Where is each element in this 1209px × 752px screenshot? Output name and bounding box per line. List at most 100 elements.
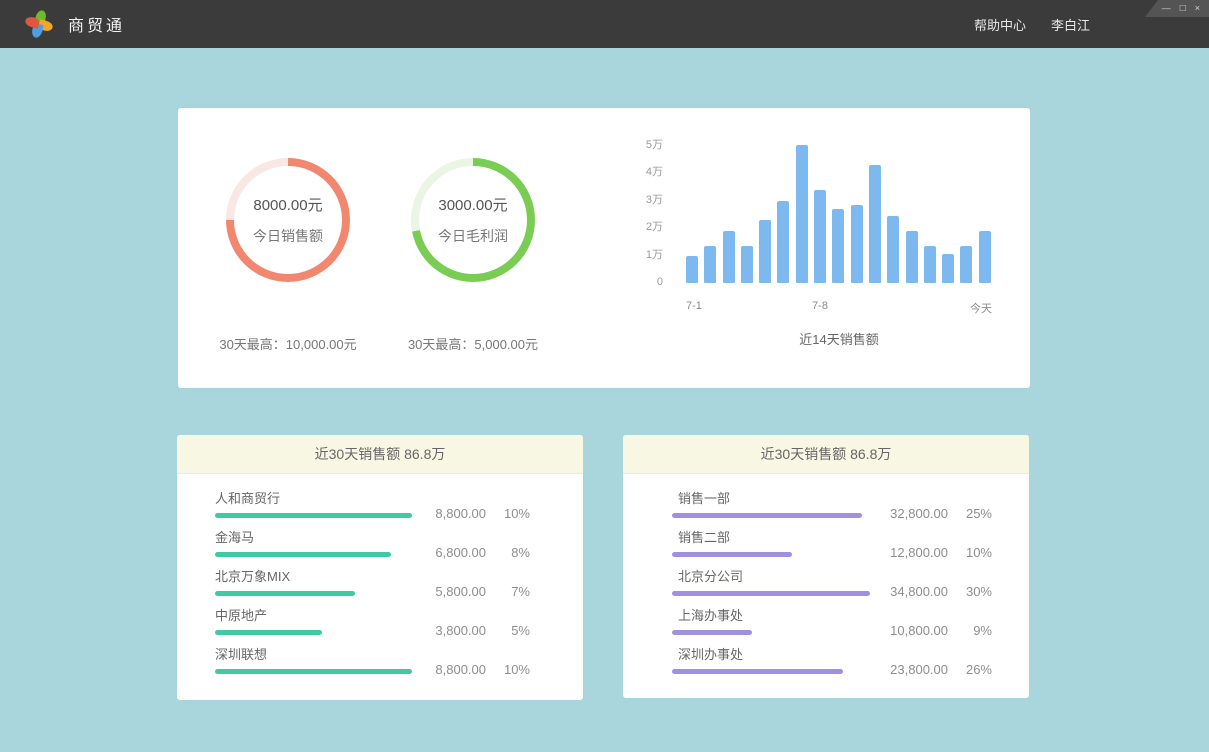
x-tick-middle: 7-8: [812, 300, 828, 312]
rank-row-value: 8,800.00: [435, 662, 486, 677]
rank-row-value: 34,800.00: [890, 584, 948, 599]
rank-row-label: 金海马: [215, 527, 391, 546]
bar: [851, 205, 863, 283]
rank-row: 人和商贸行8,800.0010%: [215, 488, 530, 527]
rank-row-bar: [672, 513, 862, 518]
rank-row-bar: [215, 513, 412, 518]
y-axis-tick: 5万: [623, 138, 663, 152]
rank-row-value: 3,800.00: [435, 623, 486, 638]
today-profit-gauge: 3000.00元 今日毛利润 30天最高：5,000.00元: [378, 158, 568, 353]
username-menu[interactable]: 李白江: [1051, 15, 1090, 34]
sales-by-customer-card: 近30天销售额 86.8万 人和商贸行8,800.0010%金海马6,800.0…: [177, 435, 583, 700]
bar: [796, 145, 808, 283]
bar-chart-title: 近14天销售额: [686, 329, 992, 348]
sales-by-department-header: 近30天销售额 86.8万: [623, 435, 1029, 474]
rank-row-value: 8,800.00: [435, 506, 486, 521]
today-profit-ring: 3000.00元 今日毛利润: [411, 158, 535, 282]
rank-row-bar: [672, 552, 792, 557]
today-sales-value: 8000.00元: [253, 194, 322, 215]
rank-row-percent: 5%: [498, 623, 530, 638]
rank-row-value: 10,800.00: [890, 623, 948, 638]
today-sales-label: 今日销售额: [253, 226, 323, 246]
rank-row-percent: 26%: [960, 662, 992, 677]
rank-row-bar: [215, 630, 322, 635]
bar-chart-xaxis: 7-1 7-8 今天: [686, 300, 992, 314]
bar: [906, 231, 918, 283]
minimize-icon[interactable]: —: [1162, 4, 1171, 13]
bar: [741, 246, 753, 283]
rank-row-value: 23,800.00: [890, 662, 948, 677]
rank-row-label: 销售一部: [678, 488, 862, 507]
window-controls: — □ ×: [1145, 0, 1209, 17]
help-center-link[interactable]: 帮助中心: [974, 15, 1026, 34]
rank-row: 上海办事处 10,800.00 9%: [672, 605, 992, 644]
bar: [723, 231, 735, 283]
rank-row: 北京万象MIX 5,800.00 7%: [215, 566, 530, 605]
x-tick-first: 7-1: [686, 300, 702, 312]
bar: [814, 190, 826, 283]
rank-row-label: 深圳联想: [215, 644, 412, 663]
rank-row: 北京分公司34,800.0030%: [672, 566, 992, 605]
rank-row-percent: 25%: [960, 506, 992, 521]
bar: [887, 216, 899, 283]
bar: [869, 165, 881, 283]
bar: [832, 209, 844, 283]
today-profit-label: 今日毛利润: [438, 226, 508, 246]
today-sales-center: 8000.00元 今日销售额: [234, 166, 342, 274]
rank-row-percent: 10%: [498, 506, 530, 521]
rank-row-bar: [215, 669, 412, 674]
rank-row: 金海马 6,800.00 8%: [215, 527, 530, 566]
pinwheel-logo-icon: [26, 11, 52, 37]
rank-row-value: 6,800.00: [435, 545, 486, 560]
today-sales-ring: 8000.00元 今日销售额: [226, 158, 350, 282]
rank-row-label: 中原地产: [215, 605, 322, 624]
today-sales-30d-max: 30天最高：10,000.00元: [219, 334, 356, 353]
y-axis-tick: 0: [623, 275, 663, 289]
today-profit-value: 3000.00元: [438, 194, 507, 215]
today-profit-center: 3000.00元 今日毛利润: [419, 166, 527, 274]
summary-card: 8000.00元 今日销售额 30天最高：10,000.00元 3000.00元…: [178, 108, 1030, 388]
bar: [979, 231, 991, 283]
rank-row-percent: 8%: [498, 545, 530, 560]
rank-row-percent: 9%: [960, 623, 992, 638]
bar: [686, 256, 698, 283]
titlebar: 商贸通 帮助中心 李白江 — □ ×: [0, 0, 1209, 48]
rank-row-label: 上海办事处: [678, 605, 752, 624]
rank-row-percent: 7%: [498, 584, 530, 599]
sales-by-department-rows: 销售一部 32,800.00 25% 销售二部 12,800.00 10% 北京分公司34,…: [623, 474, 1029, 683]
rank-row-bar: [215, 552, 391, 557]
sales-by-customer-rows: 人和商贸行8,800.0010%金海马6,800.008%北京万象MIX5,80…: [177, 474, 583, 683]
x-tick-last: 今天: [970, 300, 992, 316]
today-profit-30d-max: 30天最高：5,000.00元: [408, 334, 538, 353]
close-icon[interactable]: ×: [1195, 4, 1200, 13]
rank-row-label: 北京万象MIX: [215, 566, 355, 585]
bar-chart-bars: [686, 145, 992, 283]
rank-row-bar: [215, 591, 355, 596]
rank-row: 深圳办事处23,800.0026%: [672, 644, 992, 683]
rank-row-bar: [672, 630, 752, 635]
y-axis-tick: 2万: [623, 220, 663, 234]
bar-chart-yaxis: 5万 4万 3万 2万 1万 0: [623, 138, 663, 298]
rank-row-bar: [672, 669, 843, 674]
maximize-icon[interactable]: □: [1180, 4, 1186, 14]
rank-row-bar: [672, 591, 870, 596]
today-sales-gauge: 8000.00元 今日销售额 30天最高：10,000.00元: [193, 158, 383, 353]
y-axis-tick: 4万: [623, 165, 663, 179]
bar: [960, 246, 972, 283]
titlebar-right: 帮助中心 李白江: [974, 0, 1090, 48]
rank-row: 销售二部 12,800.00 10%: [672, 527, 992, 566]
rank-row: 中原地产 3,800.00 5%: [215, 605, 530, 644]
rank-row-percent: 10%: [960, 545, 992, 560]
y-axis-tick: 1万: [623, 248, 663, 262]
bar: [704, 246, 716, 283]
y-axis-tick: 3万: [623, 193, 663, 207]
rank-row-value: 32,800.00: [890, 506, 948, 521]
app-title: 商贸通: [68, 12, 125, 36]
rank-row-value: 5,800.00: [435, 584, 486, 599]
sales-by-department-card: 近30天销售额 86.8万 销售一部 32,800.00 25% 销售二部 12,800…: [623, 435, 1029, 698]
bar: [777, 201, 789, 283]
rank-row-label: 销售二部: [678, 527, 792, 546]
rank-row: 深圳联想8,800.0010%: [215, 644, 530, 683]
sales-by-customer-header: 近30天销售额 86.8万: [177, 435, 583, 474]
rank-row-value: 12,800.00: [890, 545, 948, 560]
